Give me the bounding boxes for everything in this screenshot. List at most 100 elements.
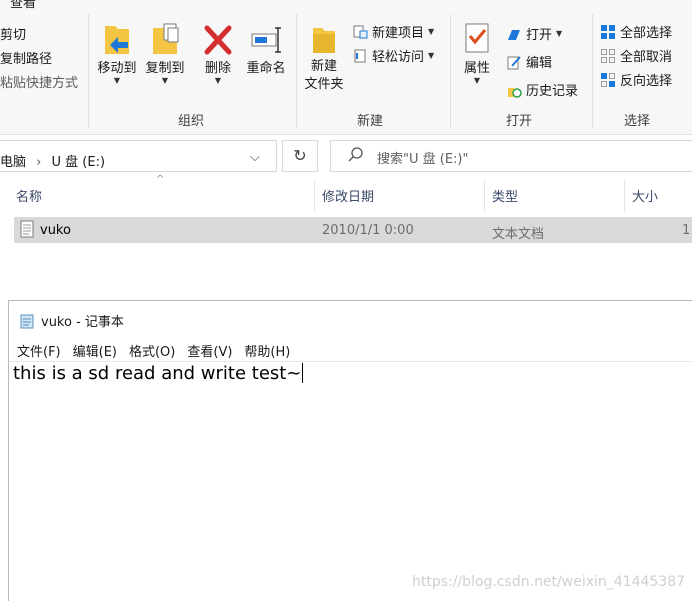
group-label-select: 选择: [624, 114, 651, 129]
menu-file[interactable]: 文件(F): [17, 341, 61, 360]
notepad-window: vuko - 记事本 文件(F) 编辑(E) 格式(O) 查看(V) 帮助(H)…: [8, 300, 692, 601]
column-divider[interactable]: [484, 180, 485, 212]
column-divider[interactable]: [624, 180, 625, 212]
properties-button[interactable]: 属性 ▼: [456, 22, 498, 85]
open-icon: [508, 29, 520, 40]
copy-to-button[interactable]: 复制到 ▼: [142, 22, 188, 85]
select-all-label: 全部选择: [620, 26, 673, 41]
notepad-title: vuko - 记事本: [41, 315, 124, 330]
file-type: 文本文档: [492, 227, 545, 242]
group-label-new: 新建: [357, 114, 384, 129]
group-divider: [296, 14, 297, 129]
select-none-icon: [601, 48, 615, 63]
easy-access-button[interactable]: 轻松访问 ▼: [352, 46, 434, 65]
file-modified: 2010/1/1 0:00: [322, 223, 414, 238]
new-folder-icon: [313, 28, 335, 53]
sort-up-chevron-icon: ^: [156, 174, 165, 185]
edit-label: 编辑: [526, 56, 553, 71]
history-icon: [508, 87, 522, 98]
history-label: 历史记录: [526, 84, 579, 99]
easy-access-icon: [354, 49, 366, 62]
move-to-label: 移动到: [97, 61, 137, 76]
new-item-icon: [353, 25, 368, 38]
chevron-down-icon: ▼: [113, 76, 121, 85]
properties-icon: [465, 23, 489, 53]
move-to-icon: [105, 26, 129, 54]
notepad-icon: [20, 314, 34, 328]
search-icon: [348, 147, 363, 162]
select-all-icon: [601, 24, 615, 39]
chevron-down-icon: ▼: [428, 50, 435, 60]
column-divider[interactable]: [314, 180, 315, 212]
watermark: https://blog.csdn.net/weixin_41445387: [412, 574, 686, 590]
copy-path-button[interactable]: 复制路径: [0, 48, 52, 67]
menu-edit[interactable]: 编辑(E): [73, 341, 117, 360]
text-file-icon: [20, 220, 34, 238]
breadcrumb-chevron-icon[interactable]: ›: [36, 155, 41, 170]
copy-to-icon: [153, 23, 179, 54]
new-folder-label-1: 新建: [310, 59, 337, 74]
delete-button[interactable]: 删除 ▼: [198, 22, 238, 85]
refresh-icon: ↻: [293, 146, 307, 165]
file-name: vuko: [40, 223, 71, 238]
cut-button[interactable]: 剪切: [0, 24, 26, 43]
address-bar[interactable]: 电脑 › U 盘 (E:) ⌵: [0, 140, 277, 172]
history-button[interactable]: 历史记录: [506, 80, 578, 99]
column-header-size[interactable]: 大小: [632, 186, 658, 205]
delete-x-icon: [204, 25, 232, 55]
new-item-label: 新建项目: [372, 26, 425, 41]
menubar-divider: [9, 361, 692, 362]
move-to-button[interactable]: 移动到 ▼: [96, 22, 138, 85]
menu-view[interactable]: 查看(V): [187, 341, 232, 360]
group-label-organize: 组织: [178, 114, 205, 129]
invert-selection-icon: [601, 72, 615, 87]
invert-selection-label: 反向选择: [620, 74, 673, 89]
search-placeholder: 搜索"U 盘 (E:)": [377, 152, 469, 167]
column-header-name[interactable]: 名称: [16, 186, 42, 205]
rename-label: 重命名: [246, 61, 286, 76]
properties-label: 属性: [463, 61, 490, 76]
tab-view[interactable]: 查看: [10, 0, 36, 11]
easy-access-label: 轻松访问: [372, 50, 425, 65]
invert-selection-button[interactable]: 反向选择: [600, 70, 672, 89]
text-cursor: [302, 363, 304, 383]
address-dropdown-chevron-icon[interactable]: ⌵: [250, 150, 260, 165]
notepad-titlebar: vuko - 记事本: [19, 311, 124, 330]
edit-icon: [507, 55, 521, 69]
notepad-text-area[interactable]: this is a sd read and write test~: [13, 363, 304, 384]
new-item-button[interactable]: 新建项目 ▼: [352, 22, 434, 41]
group-divider: [450, 14, 451, 129]
refresh-button[interactable]: ↻: [282, 140, 318, 172]
group-label-open: 打开: [506, 114, 533, 129]
chevron-down-icon: ▼: [556, 28, 563, 38]
new-folder-label-2: 文件夹: [304, 77, 344, 92]
notepad-content: this is a sd read and write test~: [13, 363, 302, 384]
search-input[interactable]: 搜索"U 盘 (E:)": [330, 140, 692, 172]
select-none-button[interactable]: 全部取消: [600, 46, 672, 65]
delete-label: 删除: [204, 61, 231, 76]
ribbon: 查看 剪切 复制路径 粘贴快捷方式 移动到 ▼ 复制到 ▼ 删除 ▼ 重命名 组…: [0, 0, 692, 135]
chevron-down-icon: ▼: [428, 26, 435, 36]
rename-button[interactable]: 重命名: [242, 22, 290, 77]
paste-shortcut-button[interactable]: 粘贴快捷方式: [0, 72, 78, 91]
rename-icon: [251, 27, 281, 53]
menu-format[interactable]: 格式(O): [129, 341, 175, 360]
column-header-modified[interactable]: 修改日期: [322, 186, 374, 205]
chevron-down-icon: ▼: [214, 76, 222, 85]
file-size: 1: [682, 223, 691, 238]
copy-to-label: 复制到: [145, 61, 185, 76]
breadcrumb-drive[interactable]: U 盘 (E:): [52, 155, 106, 170]
column-header-type[interactable]: 类型: [492, 186, 518, 205]
group-divider: [592, 14, 593, 129]
edit-button[interactable]: 编辑: [506, 52, 552, 71]
chevron-down-icon: ▼: [473, 76, 481, 85]
breadcrumb-root[interactable]: 电脑: [0, 155, 26, 170]
menu-help[interactable]: 帮助(H): [244, 341, 290, 360]
address-toolbar: 电脑 › U 盘 (E:) ⌵ ↻ 搜索"U 盘 (E:)": [0, 137, 692, 173]
select-none-label: 全部取消: [620, 50, 673, 65]
select-all-button[interactable]: 全部选择: [600, 22, 672, 41]
open-button[interactable]: 打开 ▼: [506, 24, 562, 43]
open-label: 打开: [526, 28, 553, 43]
breadcrumb: 电脑 › U 盘 (E:): [0, 151, 105, 170]
new-folder-button[interactable]: 新建 文件夹: [300, 22, 348, 94]
